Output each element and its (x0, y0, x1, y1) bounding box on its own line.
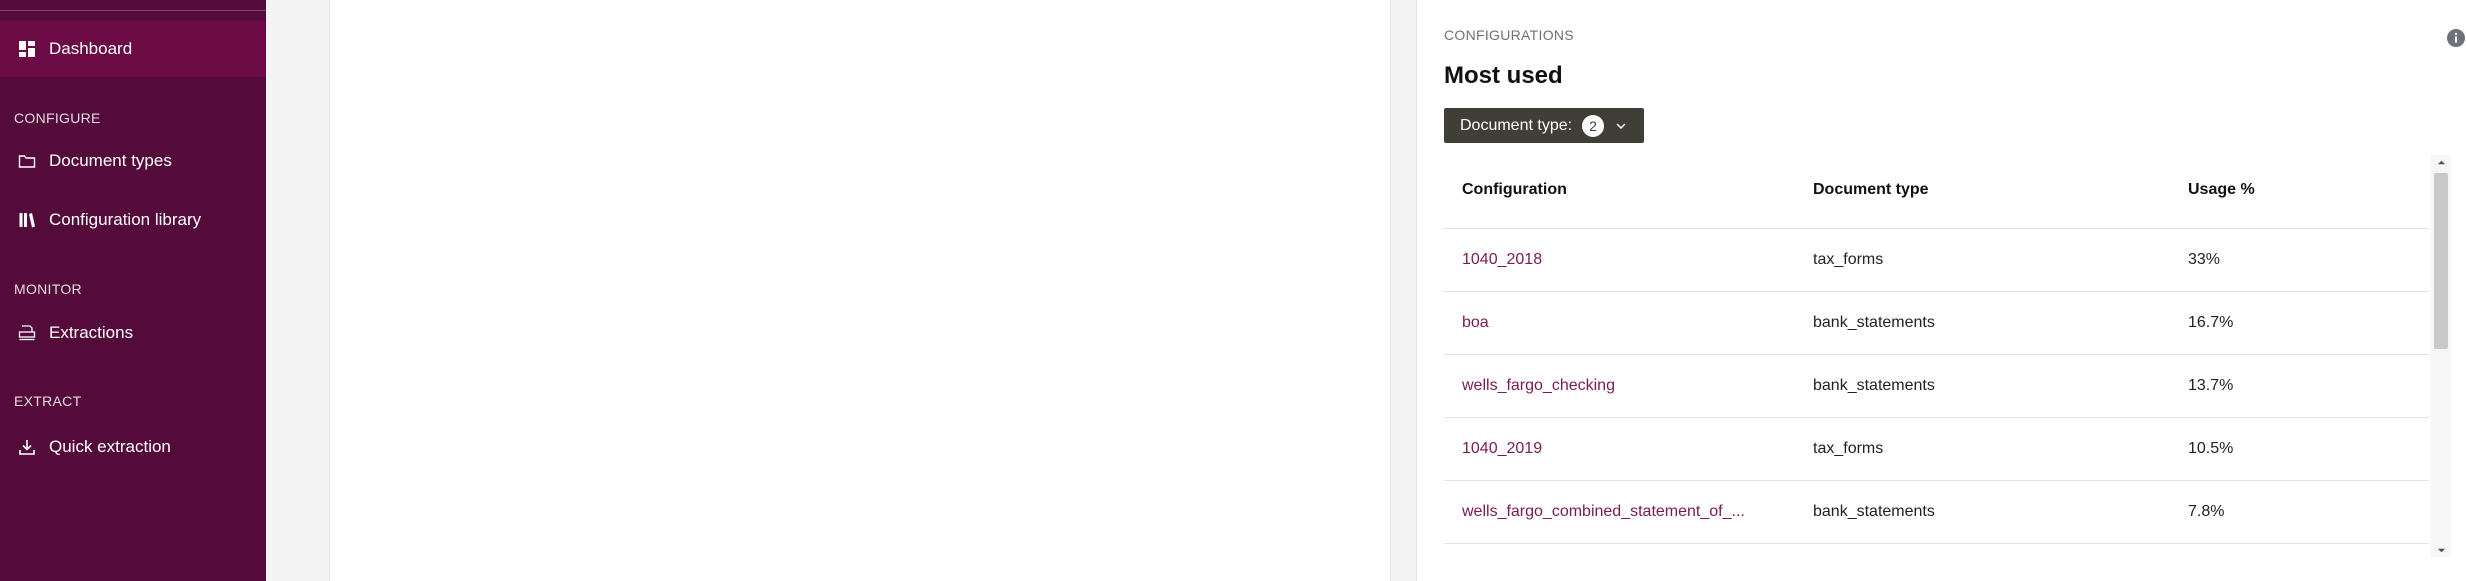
scrollbar-thumb[interactable] (2434, 173, 2448, 349)
configuration-link[interactable]: boa (1462, 314, 1489, 332)
panel-kicker: CONFIGURATIONS (1444, 27, 1574, 43)
table-scrollbar[interactable] (2431, 155, 2451, 557)
download-icon (17, 437, 37, 457)
dashboard-icon (17, 39, 37, 59)
sidebar-item-dashboard[interactable]: Dashboard (0, 21, 266, 77)
sidebar-item-label: Dashboard (49, 39, 133, 58)
sidebar-item-extractions[interactable]: Extractions (0, 305, 266, 361)
table-row: boa bank_statements 16.7% (1444, 292, 2429, 355)
usage-cell: 10.5% (2188, 440, 2234, 457)
scroll-down-arrow-icon[interactable] (2434, 543, 2448, 557)
table-header: Configuration Document type Usage % (1444, 155, 2429, 229)
document-type-cell: tax_forms (1813, 440, 1884, 457)
configuration-link[interactable]: wells_fargo_checking (1462, 377, 1615, 395)
section-label-configure: CONFIGURE (14, 110, 101, 126)
scroll-up-arrow-icon[interactable] (2434, 155, 2448, 169)
column-header-configuration[interactable]: Configuration (1462, 181, 1567, 199)
filter-count-badge: 2 (1582, 114, 1605, 137)
table-row: 1040_2018 tax_forms 33% (1444, 229, 2429, 292)
usage-cell: 16.7% (2188, 314, 2234, 331)
section-label-extract: EXTRACT (14, 393, 82, 409)
sidebar-item-document-types[interactable]: Document types (0, 133, 266, 189)
chevron-down-icon (1614, 119, 1628, 133)
configuration-link[interactable]: 1040_2018 (1462, 251, 1542, 269)
sidebar: Dashboard CONFIGURE Document types Confi… (0, 0, 266, 581)
configuration-link[interactable]: wells_fargo_combined_statement_of_... (1462, 503, 1745, 521)
usage-cell: 33% (2188, 251, 2221, 268)
column-header-document-type[interactable]: Document type (1813, 181, 1929, 199)
sidebar-item-label: Document types (49, 151, 172, 170)
table-row: 1040_2019 tax_forms 10.5% (1444, 418, 2429, 481)
folder-icon (17, 151, 37, 171)
sidebar-item-quick-extraction[interactable]: Quick extraction (0, 419, 266, 475)
sidebar-item-label: Quick extraction (49, 437, 171, 456)
panel-gutter (1391, 0, 1416, 581)
filter-label: Document type: (1460, 116, 1573, 134)
main-panel (329, 0, 1391, 581)
sidebar-item-configuration-library[interactable]: Configuration library (0, 192, 266, 248)
document-type-cell: bank_statements (1813, 503, 1935, 520)
table-row: wells_fargo_combined_statement_of_... ba… (1444, 481, 2429, 544)
sidebar-divider (0, 10, 266, 11)
document-type-cell: bank_statements (1813, 377, 1935, 394)
printer-icon (17, 323, 37, 343)
usage-cell: 7.8% (2188, 503, 2225, 520)
sidebar-item-label: Configuration library (49, 210, 202, 229)
page-gutter (266, 0, 329, 581)
most-used-table: Configuration Document type Usage % 1040… (1444, 155, 2429, 555)
document-type-cell: bank_statements (1813, 314, 1935, 331)
info-icon[interactable] (2446, 28, 2466, 48)
document-type-filter-button[interactable]: Document type: 2 (1444, 108, 1645, 143)
configuration-link[interactable]: 1040_2019 (1462, 440, 1542, 458)
sidebar-item-label: Extractions (49, 323, 134, 342)
library-icon (17, 210, 37, 230)
panel-title: Most used (1444, 62, 1563, 89)
usage-cell: 13.7% (2188, 377, 2234, 394)
column-header-usage[interactable]: Usage % (2188, 181, 2255, 199)
document-type-cell: tax_forms (1813, 251, 1884, 268)
configurations-panel: CONFIGURATIONS Most used Document type: … (1416, 0, 2466, 581)
section-label-monitor: MONITOR (14, 281, 82, 297)
table-row: wells_fargo_checking bank_statements 13.… (1444, 355, 2429, 418)
